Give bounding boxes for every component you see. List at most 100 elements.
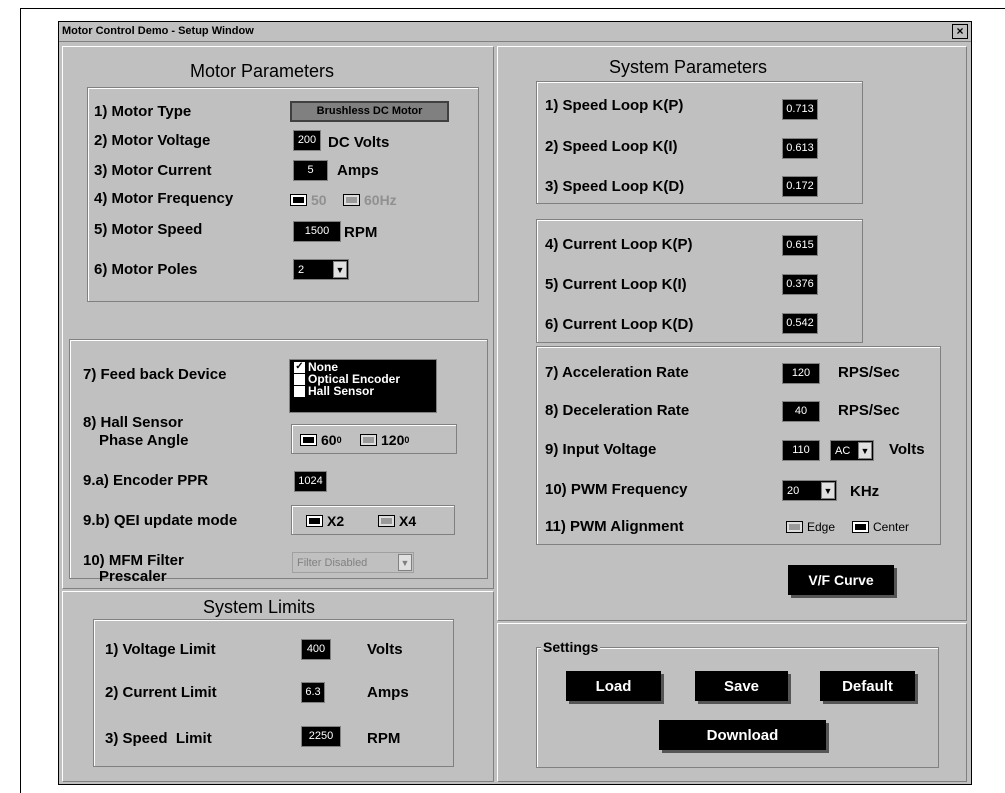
feedback-hall-item[interactable]: Hall Sensor [294, 385, 432, 397]
decel-rate-field[interactable]: 40 [782, 401, 820, 422]
pwm-frequency-unit: KHz [850, 483, 880, 500]
encoder-ppr-field[interactable]: 1024 [294, 471, 327, 492]
close-icon[interactable]: × [952, 24, 968, 39]
qei-x2-radio[interactable] [306, 515, 323, 527]
chevron-down-icon[interactable]: ▼ [821, 482, 835, 499]
motor-voltage-label: 2) Motor Voltage [94, 132, 211, 149]
current-kp-field[interactable]: 0.615 [782, 235, 818, 256]
chevron-down-icon[interactable]: ▼ [333, 261, 347, 278]
decel-rate-unit: RPS/Sec [838, 402, 900, 419]
default-button[interactable]: Default [820, 671, 915, 701]
speed-ki-field[interactable]: 0.613 [782, 138, 818, 159]
mfm-filter-label-line1: 10) MFM Filter [83, 552, 184, 569]
current-limit-field[interactable]: 6.3 [301, 682, 325, 703]
pwm-edge-radio[interactable] [786, 521, 803, 533]
checkbox-empty-icon[interactable] [294, 373, 305, 385]
system-parameters-heading: System Parameters [609, 57, 768, 77]
current-ki-field[interactable]: 0.376 [782, 274, 818, 295]
chevron-down-icon[interactable]: ▼ [398, 554, 412, 571]
speed-kp-label: 1) Speed Loop K(P) [545, 97, 684, 114]
pwm-frequency-value: 20 [787, 484, 800, 497]
feedback-device-list[interactable]: ✓ None Optical Encoder Hall Sensor [289, 359, 437, 413]
chevron-down-icon[interactable]: ▼ [858, 442, 872, 459]
accel-rate-unit: RPS/Sec [838, 364, 900, 381]
qei-x4-option[interactable]: X4 [378, 513, 416, 529]
motor-current-field[interactable]: 5 [293, 160, 328, 181]
feedback-group: 7) Feed back Device ✓ None Optical Encode… [69, 339, 488, 585]
hall-phase-box: 60 0 120 0 [291, 424, 457, 454]
frequency-50-option[interactable]: 50 [290, 192, 327, 208]
pwm-center-radio[interactable] [852, 521, 869, 533]
motor-type-field[interactable]: Brushless DC Motor [290, 101, 449, 122]
current-loop-group: 4) Current Loop K(P) 0.615 5) Current Lo… [536, 219, 863, 343]
accel-rate-label: 7) Acceleration Rate [545, 364, 689, 381]
phase-120-label: 120 [381, 432, 405, 448]
frequency-60-option[interactable]: 60Hz [343, 192, 397, 208]
motor-speed-label: 5) Motor Speed [94, 221, 203, 238]
mfm-filter-select[interactable]: Filter Disabled ▼ [292, 552, 414, 573]
speed-kp-field[interactable]: 0.713 [782, 99, 818, 120]
input-voltage-unit: Volts [889, 441, 925, 458]
speed-ki-label: 2) Speed Loop K(I) [545, 138, 678, 155]
voltage-limit-field[interactable]: 400 [301, 639, 331, 660]
motor-poles-label: 6) Motor Poles [94, 261, 198, 278]
current-kp-label: 4) Current Loop K(P) [545, 236, 693, 253]
system-limits-panel: System Limits 1) Voltage Limit 400 Volts… [62, 591, 494, 782]
frequency-60-radio[interactable] [343, 194, 360, 206]
speed-limit-unit: RPM [367, 730, 401, 747]
rates-group: 7) Acceleration Rate 120 RPS/Sec 8) Dece… [536, 346, 941, 545]
motor-parameters-panel: Motor Parameters 1) Motor Type Brushless… [62, 46, 494, 589]
frequency-50-radio[interactable] [290, 194, 307, 206]
phase-60-option[interactable]: 60 0 [300, 432, 342, 448]
degree-sign: 0 [404, 435, 410, 445]
speed-kd-field[interactable]: 0.172 [782, 176, 818, 197]
speed-loop-group: 1) Speed Loop K(P) 0.713 2) Speed Loop K… [536, 81, 863, 204]
vf-curve-button[interactable]: V/F Curve [788, 565, 894, 595]
motor-parameters-group: 1) Motor Type Brushless DC Motor 2) Moto… [87, 87, 479, 302]
settings-panel: Settings Load Save Default Download [497, 623, 967, 782]
settings-legend: Settings [541, 639, 601, 655]
current-limit-label: 2) Current Limit [105, 684, 217, 701]
motor-speed-unit: RPM [344, 224, 378, 241]
input-voltage-type-value: AC [835, 444, 851, 457]
phase-120-option[interactable]: 120 0 [360, 432, 409, 448]
motor-current-unit: Amps [337, 162, 379, 179]
current-limit-unit: Amps [367, 684, 409, 701]
save-button[interactable]: Save [695, 671, 788, 701]
pwm-frequency-select[interactable]: 20 ▼ [782, 480, 837, 501]
load-button[interactable]: Load [566, 671, 661, 701]
input-voltage-field[interactable]: 110 [782, 440, 820, 461]
pwm-center-option[interactable]: Center [852, 520, 909, 534]
pwm-edge-option[interactable]: Edge [786, 520, 835, 534]
motor-speed-field[interactable]: 1500 [293, 221, 341, 242]
speed-limit-label: 3) Speed Limit [105, 730, 212, 747]
checkbox-empty-icon[interactable] [294, 385, 305, 397]
accel-rate-field[interactable]: 120 [782, 363, 820, 384]
current-kd-field[interactable]: 0.542 [782, 313, 818, 334]
download-button[interactable]: Download [659, 720, 826, 750]
motor-voltage-field[interactable]: 200 [293, 130, 321, 151]
current-ki-label: 5) Current Loop K(I) [545, 276, 687, 293]
input-voltage-type-select[interactable]: AC ▼ [830, 440, 874, 461]
motor-poles-value: 2 [298, 263, 305, 276]
pwm-frequency-label: 10) PWM Frequency [545, 481, 688, 498]
feedback-device-label: 7) Feed back Device [83, 366, 227, 383]
qei-x2-option[interactable]: X2 [306, 513, 344, 529]
decel-rate-label: 8) Deceleration Rate [545, 402, 690, 419]
frequency-60-label: 60Hz [364, 192, 397, 208]
pwm-edge-label: Edge [807, 520, 836, 534]
phase-120-radio[interactable] [360, 434, 377, 446]
setup-window: Motor Control Demo - Setup Window × Moto… [58, 21, 972, 785]
motor-frequency-label: 4) Motor Frequency [94, 190, 234, 207]
qei-x2-label: X2 [327, 513, 345, 529]
check-icon[interactable]: ✓ [294, 361, 305, 373]
motor-voltage-unit: DC Volts [328, 134, 390, 151]
motor-type-label: 1) Motor Type [94, 103, 192, 120]
speed-limit-field[interactable]: 2250 [301, 726, 341, 747]
qei-x4-radio[interactable] [378, 515, 395, 527]
qei-mode-label: 9.b) QEI update mode [83, 512, 238, 529]
phase-60-radio[interactable] [300, 434, 317, 446]
motor-poles-select[interactable]: 2 ▼ [293, 259, 349, 280]
system-limits-heading: System Limits [203, 597, 316, 617]
degree-sign: 0 [336, 435, 342, 445]
